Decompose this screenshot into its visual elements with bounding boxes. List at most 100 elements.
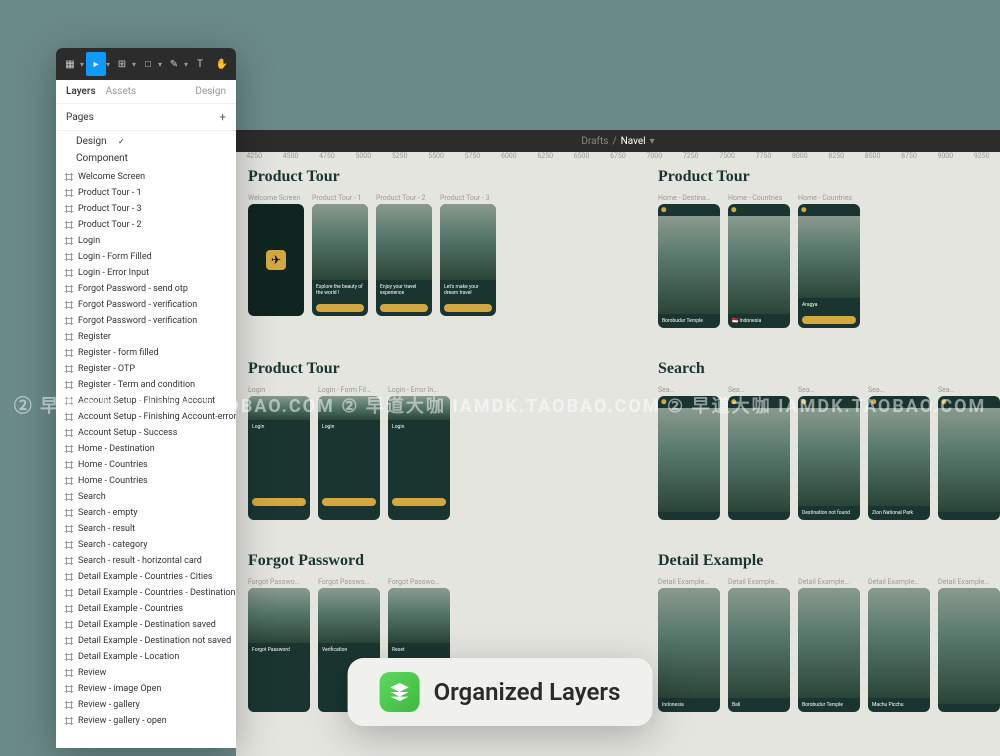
- layer-item[interactable]: Account Setup - Finishing Account: [56, 393, 236, 409]
- phone-frame[interactable]: Enjoy your travel experience: [376, 204, 432, 316]
- frame-label[interactable]: Welcome Screen: [248, 194, 304, 202]
- text-tool[interactable]: T: [190, 52, 210, 76]
- frame-label[interactable]: Home - Countries: [798, 194, 860, 202]
- shape-tool[interactable]: □: [138, 52, 158, 76]
- breadcrumb-current[interactable]: Navel: [621, 136, 646, 147]
- frame-label[interactable]: Forgot Passwo…: [318, 578, 380, 586]
- layer-item[interactable]: Detail Example - Countries: [56, 601, 236, 617]
- phone-frame[interactable]: ⬤Destination not found: [798, 396, 860, 520]
- frame-label[interactable]: Sea…: [798, 386, 860, 394]
- phone-frame[interactable]: Login: [318, 396, 380, 520]
- layer-item[interactable]: Search - result - horizontal card: [56, 553, 236, 569]
- phone-frame[interactable]: ⬤: [938, 396, 1000, 520]
- layer-item[interactable]: Forgot Password - verification: [56, 297, 236, 313]
- hand-tool[interactable]: ✋: [212, 52, 232, 76]
- layer-item[interactable]: Register - form filled: [56, 345, 236, 361]
- layer-item[interactable]: Product Tour - 2: [56, 217, 236, 233]
- phone-frame[interactable]: Borobudur Temple: [798, 588, 860, 712]
- chevron-down-icon[interactable]: ▾: [80, 60, 84, 69]
- layer-item[interactable]: Detail Example - Countries - Destination: [56, 585, 236, 601]
- frame-label[interactable]: Login - Error In…: [388, 386, 450, 394]
- chevron-down-icon[interactable]: ▾: [158, 60, 162, 69]
- frame-label[interactable]: Home - Destina…: [658, 194, 720, 202]
- frame-label[interactable]: Sea…: [868, 386, 930, 394]
- phone-frame[interactable]: Let's make your dream travel: [440, 204, 496, 316]
- frame-label[interactable]: Home - Countries: [728, 194, 790, 202]
- page-item[interactable]: Component: [56, 150, 236, 167]
- tab-assets[interactable]: Assets: [106, 86, 137, 97]
- frame-label[interactable]: Forgot Passwo…: [388, 578, 450, 586]
- layer-item[interactable]: Home - Countries: [56, 457, 236, 473]
- chevron-down-icon[interactable]: ▾: [650, 136, 655, 147]
- frame-label[interactable]: Detail Example…: [868, 578, 930, 586]
- layer-item[interactable]: Login: [56, 233, 236, 249]
- layer-item[interactable]: Account Setup - Success: [56, 425, 236, 441]
- frame-label[interactable]: Sea…: [658, 386, 720, 394]
- chevron-down-icon[interactable]: ▾: [184, 60, 188, 69]
- frame-label[interactable]: Forgot Passwo…: [248, 578, 310, 586]
- frame-label[interactable]: Login - Form Fil…: [318, 386, 380, 394]
- frame-label[interactable]: Detail Example…: [798, 578, 860, 586]
- frame-label[interactable]: Login: [248, 386, 310, 394]
- frame-label[interactable]: Detail Example…: [728, 578, 790, 586]
- layer-item[interactable]: Product Tour - 3: [56, 201, 236, 217]
- frame-label[interactable]: Detail Example…: [658, 578, 720, 586]
- breadcrumb-parent[interactable]: Drafts: [581, 136, 608, 147]
- layer-item[interactable]: Login - Form Filled: [56, 249, 236, 265]
- pen-tool[interactable]: ✎: [164, 52, 184, 76]
- layer-item[interactable]: Detail Example - Destination saved: [56, 617, 236, 633]
- frame-label[interactable]: Product Tour - 2: [376, 194, 432, 202]
- layer-item[interactable]: Review - gallery: [56, 697, 236, 713]
- layer-item[interactable]: Search - empty: [56, 505, 236, 521]
- design-label[interactable]: Design: [195, 86, 226, 97]
- phone-frame[interactable]: ⬤Borobudur Temple: [658, 204, 720, 328]
- frame-label[interactable]: Product Tour - 3: [440, 194, 496, 202]
- tab-layers[interactable]: Layers: [66, 86, 96, 97]
- phone-frame[interactable]: Forgot Password: [248, 588, 310, 712]
- frame-label[interactable]: Detail Example…: [938, 578, 1000, 586]
- layer-item[interactable]: Detail Example - Destination not saved: [56, 633, 236, 649]
- frame-tool[interactable]: ⊞: [112, 52, 132, 76]
- layer-item[interactable]: Register - OTP: [56, 361, 236, 377]
- layer-item[interactable]: Forgot Password - send otp: [56, 281, 236, 297]
- layer-item[interactable]: Register - Term and condition: [56, 377, 236, 393]
- layer-item[interactable]: Register: [56, 329, 236, 345]
- layer-item[interactable]: Search - result: [56, 521, 236, 537]
- layer-item[interactable]: Account Setup - Finishing Account-error: [56, 409, 236, 425]
- chevron-down-icon[interactable]: ▾: [106, 60, 110, 69]
- phone-frame[interactable]: ⬤: [728, 396, 790, 520]
- menu-icon[interactable]: ▦: [60, 52, 80, 76]
- move-tool[interactable]: ▸: [86, 52, 106, 76]
- phone-frame[interactable]: ⬤Zion National Park: [868, 396, 930, 520]
- layer-item[interactable]: Detail Example - Countries - Cities: [56, 569, 236, 585]
- layer-item[interactable]: Review - image Open: [56, 681, 236, 697]
- add-page-icon[interactable]: +: [219, 110, 226, 124]
- phone-frame[interactable]: Explore the beauty of the world !: [312, 204, 368, 316]
- layer-item[interactable]: Search: [56, 489, 236, 505]
- page-item[interactable]: Design: [56, 133, 236, 150]
- frame-label[interactable]: Sea…: [728, 386, 790, 394]
- layer-item[interactable]: Review: [56, 665, 236, 681]
- chevron-down-icon[interactable]: ▾: [132, 60, 136, 69]
- phone-frame[interactable]: Login: [388, 396, 450, 520]
- phone-frame[interactable]: ⬤Aragya: [798, 204, 860, 328]
- layer-item[interactable]: Product Tour - 1: [56, 185, 236, 201]
- layer-item[interactable]: Login - Error Input: [56, 265, 236, 281]
- frame-label[interactable]: Sea…: [938, 386, 1000, 394]
- layer-item[interactable]: Detail Example - Location: [56, 649, 236, 665]
- layer-item[interactable]: Welcome Screen: [56, 169, 236, 185]
- layer-item[interactable]: Search - category: [56, 537, 236, 553]
- phone-frame[interactable]: Bali: [728, 588, 790, 712]
- phone-frame[interactable]: Machu Picchu: [868, 588, 930, 712]
- layer-item[interactable]: Home - Destination: [56, 441, 236, 457]
- layer-item[interactable]: Home - Countries: [56, 473, 236, 489]
- layer-item[interactable]: Forgot Password - verification: [56, 313, 236, 329]
- phone-frame[interactable]: ⬤🇮🇩 Indonesia: [728, 204, 790, 328]
- phone-frame[interactable]: ✈: [248, 204, 304, 316]
- phone-frame[interactable]: Indonesia: [658, 588, 720, 712]
- phone-frame[interactable]: ⬤: [658, 396, 720, 520]
- phone-frame[interactable]: [938, 588, 1000, 712]
- layer-item[interactable]: Review - gallery - open: [56, 713, 236, 729]
- phone-frame[interactable]: Login: [248, 396, 310, 520]
- frame-label[interactable]: Product Tour - 1: [312, 194, 368, 202]
